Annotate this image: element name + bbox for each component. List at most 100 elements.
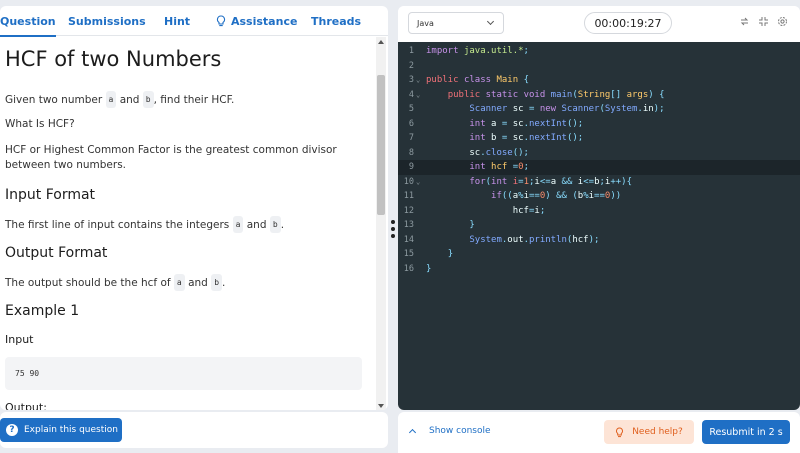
code-chip-b: b xyxy=(269,216,281,233)
code-line[interactable]: 5 Scanner sc = new Scanner(System.in); xyxy=(398,102,800,117)
line-number: 4 xyxy=(408,89,414,100)
line-number: 14 xyxy=(403,234,414,245)
tab-hint[interactable]: Hint xyxy=(164,6,190,36)
code-line[interactable]: 1 import java.util.*; xyxy=(398,44,800,59)
input-format-text: The first line of input contains the int… xyxy=(5,216,360,233)
editor-toolbar xyxy=(739,16,788,27)
code-line[interactable]: 12 hcf=i; xyxy=(398,204,800,219)
line-number: 9 xyxy=(408,162,414,172)
editor-footer: Show console Need help? Resubmit in 2 s xyxy=(398,412,800,453)
line-number: 16 xyxy=(403,263,414,274)
handle-dot xyxy=(391,227,395,231)
code-line[interactable]: 16} xyxy=(398,262,800,277)
need-help-label: Need help? xyxy=(632,427,683,437)
chevron-up-icon xyxy=(408,428,417,437)
line-number: 2 xyxy=(408,60,414,71)
code-line[interactable]: 8 sc.close(); xyxy=(398,146,800,161)
tab-threads-label: Threads xyxy=(311,14,362,28)
scroll-up-arrow-icon[interactable] xyxy=(378,40,384,44)
example-heading: Example 1 xyxy=(5,303,80,319)
reset-code-icon[interactable] xyxy=(739,16,750,27)
question-footer: ? Explain this question xyxy=(0,412,388,448)
line-number: 10 xyxy=(403,176,414,187)
output-format-heading: Output Format xyxy=(5,245,108,261)
line-number: 5 xyxy=(408,104,414,114)
example-input-box: 75 90 xyxy=(5,357,362,390)
code-line[interactable]: 14 System.out.println(hcf); xyxy=(398,233,800,248)
code-line[interactable]: 2 xyxy=(398,59,800,74)
question-title: HCF of two Numbers xyxy=(5,47,222,71)
language-select-value: Java xyxy=(417,18,434,28)
fold-arrow-icon[interactable]: ⌄ xyxy=(416,175,420,190)
output-format-mid: and xyxy=(188,277,208,289)
question-scrollbar[interactable] xyxy=(376,37,386,410)
need-help-button[interactable]: Need help? xyxy=(604,420,694,444)
tab-assistance-label: Assistance xyxy=(231,14,298,28)
code-line-active[interactable]: 9 int hcf =0; xyxy=(398,160,800,175)
output-format-pre: The output should be the hcf of xyxy=(5,277,171,289)
line-number: 1 xyxy=(408,46,414,56)
show-console-label: Show console xyxy=(429,426,491,436)
editor-header: Java 00:00:19:27 xyxy=(398,6,800,42)
timer: 00:00:19:27 xyxy=(584,12,672,34)
code-chip-a: a xyxy=(232,216,244,233)
given-text-post: , find their HCF. xyxy=(153,94,235,106)
given-text-pre: Given two number xyxy=(5,94,103,106)
language-select[interactable]: Java xyxy=(408,12,504,34)
question-panel: Question Submissions Hint Assistance Thr… xyxy=(0,6,388,410)
tab-submissions[interactable]: Submissions xyxy=(68,6,146,36)
code-chip-b: b xyxy=(142,91,154,108)
line-number: 13 xyxy=(403,220,414,230)
output-format-text: The output should be the hcf of a and b. xyxy=(5,274,360,291)
tab-assistance[interactable]: Assistance xyxy=(216,6,297,36)
tab-question[interactable]: Question xyxy=(0,6,56,37)
panel-resize-handle[interactable] xyxy=(390,220,396,238)
code-line[interactable]: 4 ⌄ public static void main(String[] args… xyxy=(398,88,800,103)
show-console-toggle[interactable]: Show console xyxy=(408,426,491,437)
input-format-mid: and xyxy=(246,219,267,231)
code-chip-a: a xyxy=(105,91,117,108)
fold-arrow-icon[interactable]: ⌄ xyxy=(416,73,420,88)
question-content: HCF of two Numbers Given two number a an… xyxy=(0,37,376,410)
fold-arrow-icon[interactable]: ⌄ xyxy=(416,88,420,103)
code-line[interactable]: 11 if((a%i==0) && (b%i==0)) xyxy=(398,189,800,204)
line-number: 12 xyxy=(403,205,414,216)
line-number: 3 xyxy=(408,75,414,85)
code-line[interactable]: 6 int a = sc.nextInt(); xyxy=(398,117,800,132)
code-editor[interactable]: 1 import java.util.*; 2 3 ⌄ public class Ma… xyxy=(398,42,800,410)
scroll-thumb[interactable] xyxy=(377,75,385,215)
resubmit-button[interactable]: Resubmit in 2 s xyxy=(702,420,790,444)
tab-question-label: Question xyxy=(0,14,56,28)
tab-threads[interactable]: Threads xyxy=(311,6,361,36)
handle-dot xyxy=(391,234,395,238)
line-number: 11 xyxy=(403,191,414,201)
given-text-mid: and xyxy=(119,94,140,106)
input-format-post: . xyxy=(280,219,285,231)
explain-question-label: Explain this question xyxy=(24,425,118,435)
settings-gear-icon[interactable] xyxy=(777,16,788,27)
code-line[interactable]: 13 } xyxy=(398,218,800,233)
line-number: 8 xyxy=(408,147,414,158)
code-line[interactable]: 3 ⌄ public class Main { xyxy=(398,73,800,88)
editor-panel: Java 00:00:19:27 1 import java.util.*; 2 … xyxy=(398,6,800,410)
code-chip-a: a xyxy=(173,274,185,291)
line-number: 15 xyxy=(403,249,414,259)
handle-dot xyxy=(391,220,395,224)
code-line[interactable]: 7 int b = sc.nextInt(); xyxy=(398,131,800,146)
explain-question-button[interactable]: ? Explain this question xyxy=(0,418,122,442)
tab-submissions-label: Submissions xyxy=(68,14,146,28)
what-is-hcf: What Is HCF? xyxy=(5,118,75,130)
code-line[interactable]: 10 ⌄ for(int i=1;i<=a && i<=b;i++){ xyxy=(398,175,800,190)
tab-hint-label: Hint xyxy=(164,14,191,28)
chevron-down-icon xyxy=(486,17,495,26)
collapse-icon[interactable] xyxy=(758,16,769,27)
input-format-pre: The first line of input contains the int… xyxy=(5,219,230,231)
example-output-label: Output: xyxy=(5,401,47,410)
lightbulb-icon xyxy=(615,426,624,438)
scroll-down-arrow-icon[interactable] xyxy=(378,404,384,408)
question-mark-icon: ? xyxy=(6,424,18,436)
example-input-label: Input xyxy=(5,333,34,346)
hcf-definition: HCF or Highest Common Factor is the grea… xyxy=(5,144,337,171)
output-format-post: . xyxy=(222,277,226,289)
code-line[interactable]: 15 } xyxy=(398,247,800,262)
